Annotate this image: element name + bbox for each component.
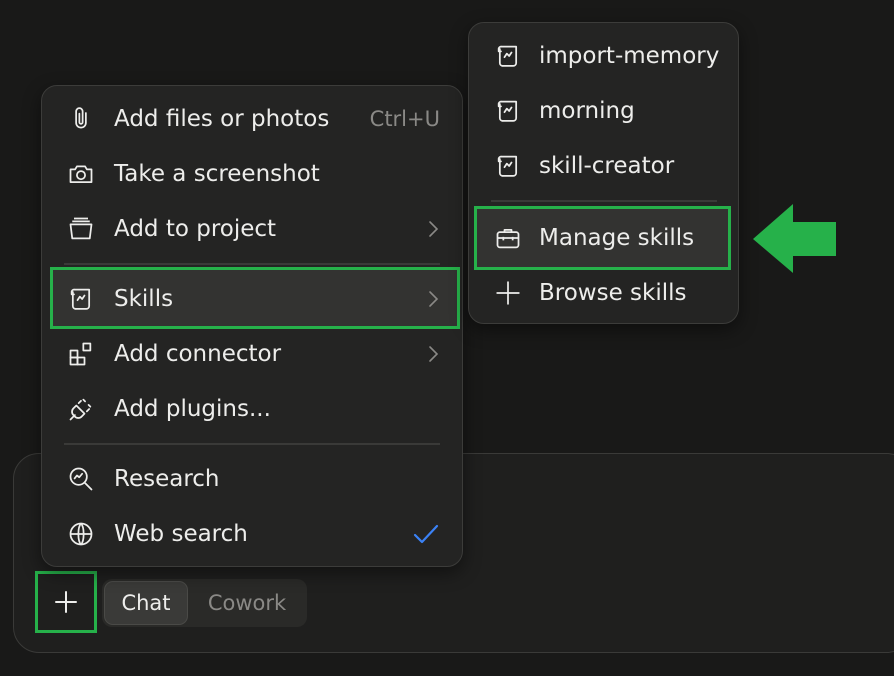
skills-submenu: import-memory morning skill-creator Mana… xyxy=(468,22,739,324)
menu-item-add-connector[interactable]: Add connector xyxy=(42,326,462,381)
skill-item-label: import-memory xyxy=(539,42,720,69)
browse-skills-item[interactable]: Browse skills xyxy=(469,265,738,320)
plug-icon xyxy=(66,394,96,424)
mode-chat-button[interactable]: Chat xyxy=(104,581,188,625)
menu-divider xyxy=(64,443,440,445)
skill-item-morning[interactable]: morning xyxy=(469,83,738,138)
menu-item-research[interactable]: Research xyxy=(42,451,462,506)
menu-item-add-plugins[interactable]: Add plugins... xyxy=(42,381,462,436)
toolbox-icon xyxy=(493,223,523,253)
skill-item-import-memory[interactable]: import-memory xyxy=(469,28,738,83)
connector-blocks-icon xyxy=(66,339,96,369)
chevron-right-icon xyxy=(429,345,439,362)
skill-scroll-icon xyxy=(493,41,523,71)
project-box-icon xyxy=(66,214,96,244)
chevron-right-icon xyxy=(429,290,439,307)
menu-item-label: Add connector xyxy=(114,340,282,367)
menu-item-label: Add plugins... xyxy=(114,395,271,422)
camera-icon xyxy=(66,159,96,189)
manage-skills-item[interactable]: Manage skills xyxy=(469,210,738,265)
menu-item-label: Take a screenshot xyxy=(114,160,320,187)
skills-scroll-icon xyxy=(66,284,96,314)
attachment-menu: Add files or photos Ctrl+U Take a screen… xyxy=(41,85,463,567)
skill-item-label: Browse skills xyxy=(539,279,687,306)
skill-scroll-icon xyxy=(493,151,523,181)
menu-item-label: Web search xyxy=(114,520,248,547)
menu-item-label: Research xyxy=(114,465,220,492)
menu-item-add-to-project[interactable]: Add to project xyxy=(42,201,462,256)
add-attachment-button[interactable] xyxy=(35,571,97,633)
globe-icon xyxy=(66,519,96,549)
skill-item-label: skill-creator xyxy=(539,152,675,179)
pointer-arrow-icon xyxy=(753,204,836,273)
menu-divider xyxy=(64,263,440,265)
paperclip-icon xyxy=(66,104,96,134)
menu-item-label: Add files or photos xyxy=(114,105,330,132)
chevron-right-icon xyxy=(429,220,439,237)
menu-item-web-search[interactable]: Web search xyxy=(42,506,462,561)
plus-icon xyxy=(493,278,523,308)
plus-icon xyxy=(55,591,77,613)
skill-scroll-icon xyxy=(493,96,523,126)
mode-cowork-button[interactable]: Cowork xyxy=(192,581,302,625)
menu-item-take-screenshot[interactable]: Take a screenshot xyxy=(42,146,462,201)
checkmark-icon xyxy=(413,524,439,543)
menu-item-label: Add to project xyxy=(114,215,277,242)
skill-item-skill-creator[interactable]: skill-creator xyxy=(469,138,738,193)
submenu-divider xyxy=(491,200,717,202)
menu-item-label: Skills xyxy=(114,285,174,312)
mode-toggle: Chat Cowork xyxy=(102,579,307,627)
skill-item-label: Manage skills xyxy=(539,224,695,251)
menu-item-skills[interactable]: Skills xyxy=(42,271,462,326)
research-magnifier-icon xyxy=(66,464,96,494)
shortcut-hint: Ctrl+U xyxy=(369,106,440,131)
menu-item-add-files[interactable]: Add files or photos Ctrl+U xyxy=(42,91,462,146)
skill-item-label: morning xyxy=(539,97,635,124)
